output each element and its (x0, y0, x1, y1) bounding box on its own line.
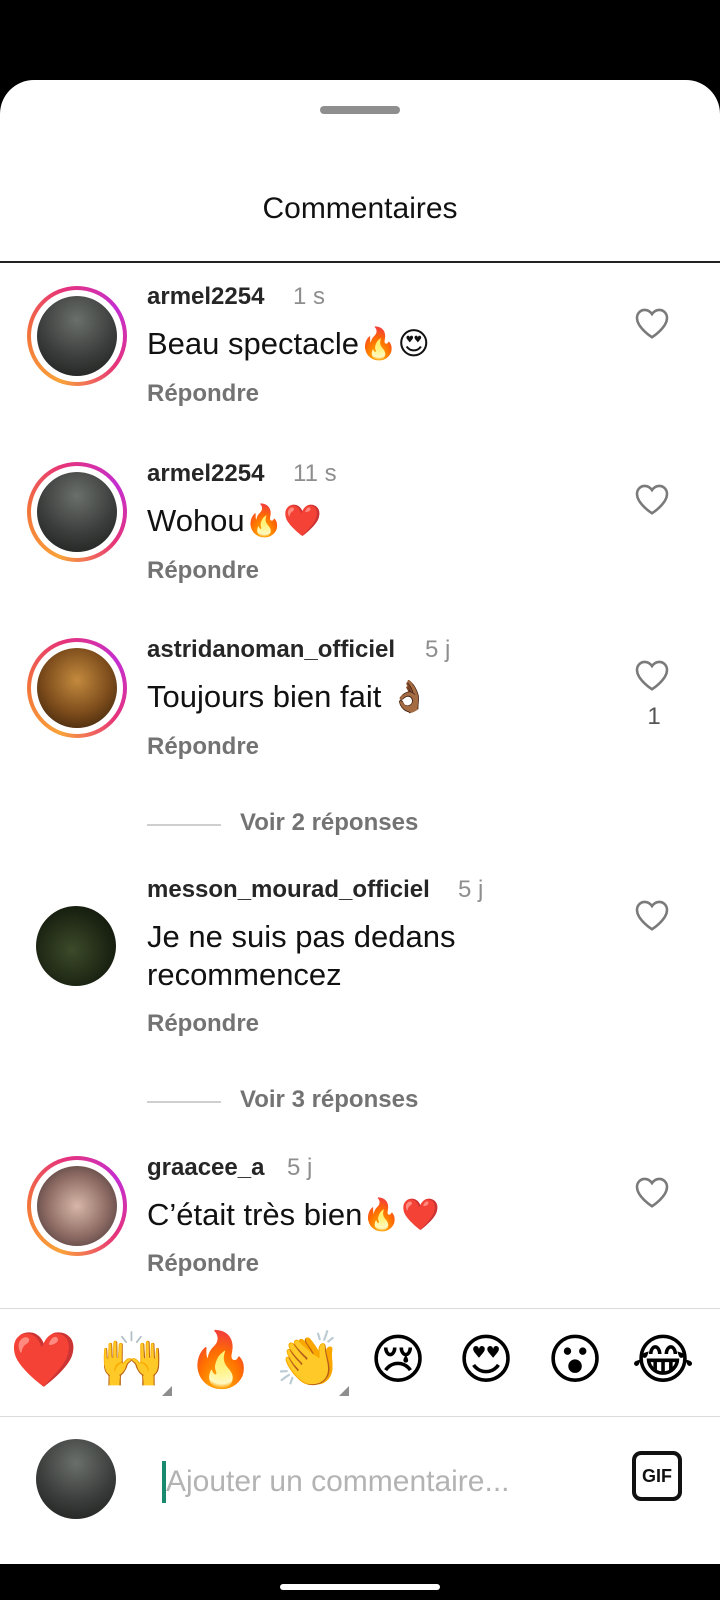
see-replies-label: Voir 2 réponses (240, 809, 419, 836)
comment-text: C’était très bien🔥❤️ (147, 1197, 440, 1232)
reply-button[interactable]: Répondre (147, 557, 259, 585)
avatar (37, 296, 117, 376)
skin-tone-indicator (339, 1386, 349, 1396)
heart-icon[interactable] (634, 658, 674, 694)
comment-username[interactable]: armel2254 (147, 460, 264, 488)
skin-tone-indicator (162, 1386, 172, 1396)
raising-hands-emoji: 🙌 (98, 1328, 166, 1391)
avatar (37, 1166, 117, 1246)
comment-time: 5 j (287, 1154, 313, 1181)
home-indicator[interactable] (280, 1584, 440, 1590)
comment-text-line-1: Je ne suis pas dedans (147, 919, 456, 954)
comment-time: 1 s (293, 283, 326, 310)
story-ring[interactable] (27, 286, 127, 386)
comment-time: 5 j (458, 876, 484, 903)
clapping-hands-emoji: 👏 (275, 1328, 343, 1391)
story-ring[interactable] (27, 638, 127, 738)
gif-button[interactable]: GIF (632, 1451, 682, 1501)
reply-button[interactable]: Répondre (147, 1250, 259, 1278)
avatar (37, 472, 117, 552)
comment-username[interactable]: armel2254 (147, 283, 264, 311)
emoji-reaction-bar: ❤️ 🙌 🔥 👏 😢 😍 😮 😂 (0, 1320, 720, 1420)
heart-icon[interactable] (634, 306, 674, 342)
comment-text: Wohou🔥❤️ (147, 503, 322, 538)
comment-text: Beau spectacle🔥😍 (147, 326, 430, 361)
comment-text-line-2: recommencez (147, 957, 342, 992)
laughing-face-emoji-button[interactable]: 😂 (627, 1320, 699, 1400)
comment-username[interactable]: messon_mourad_officiel (147, 876, 430, 904)
current-user-avatar (36, 1439, 116, 1519)
comment-text: Toujours bien fait 👌🏾 (147, 679, 429, 714)
clapping-hands-emoji-button[interactable]: 👏 (273, 1320, 349, 1400)
heart-icon[interactable] (634, 1175, 674, 1211)
comment-composer: GIF (0, 1417, 720, 1544)
reply-button[interactable]: Répondre (147, 733, 259, 761)
replies-line (147, 824, 221, 826)
avatar[interactable] (36, 906, 116, 986)
emoji-divider (0, 1308, 720, 1309)
heart-icon[interactable] (634, 898, 674, 934)
raising-hands-emoji-button[interactable]: 🙌 (96, 1320, 172, 1400)
drag-handle[interactable] (320, 106, 400, 114)
see-replies-label: Voir 3 réponses (240, 1086, 419, 1113)
heart-eyes-emoji-button[interactable]: 😍 (450, 1320, 522, 1400)
comments-sheet: Commentaires armel2254 1 s Beau spectacl… (0, 80, 720, 1564)
comment-input[interactable] (166, 1457, 586, 1507)
sheet-title: Commentaires (262, 192, 458, 225)
story-ring[interactable] (27, 462, 127, 562)
see-replies-button[interactable]: Voir 2 réponses (147, 809, 547, 839)
surprised-face-emoji-button[interactable]: 😮 (539, 1320, 611, 1400)
heart-icon[interactable] (634, 482, 674, 518)
crying-face-emoji-button[interactable]: 😢 (362, 1320, 434, 1400)
title-divider (0, 261, 720, 263)
comment-time: 5 j (425, 636, 451, 663)
see-replies-button[interactable]: Voir 3 réponses (147, 1086, 547, 1116)
story-ring[interactable] (27, 1156, 127, 1256)
system-navigation-bar (0, 1564, 720, 1600)
like-count: 1 (647, 703, 661, 730)
heart-emoji-button[interactable]: ❤️ (8, 1320, 80, 1400)
avatar (37, 648, 117, 728)
comment-username[interactable]: astridanoman_officiel (147, 636, 395, 664)
replies-line (147, 1101, 221, 1103)
comment-time: 11 s (293, 460, 337, 487)
comment-username[interactable]: graacee_a (147, 1154, 264, 1182)
reply-button[interactable]: Répondre (147, 380, 259, 408)
fire-emoji-button[interactable]: 🔥 (185, 1320, 257, 1400)
reply-button[interactable]: Répondre (147, 1010, 259, 1038)
